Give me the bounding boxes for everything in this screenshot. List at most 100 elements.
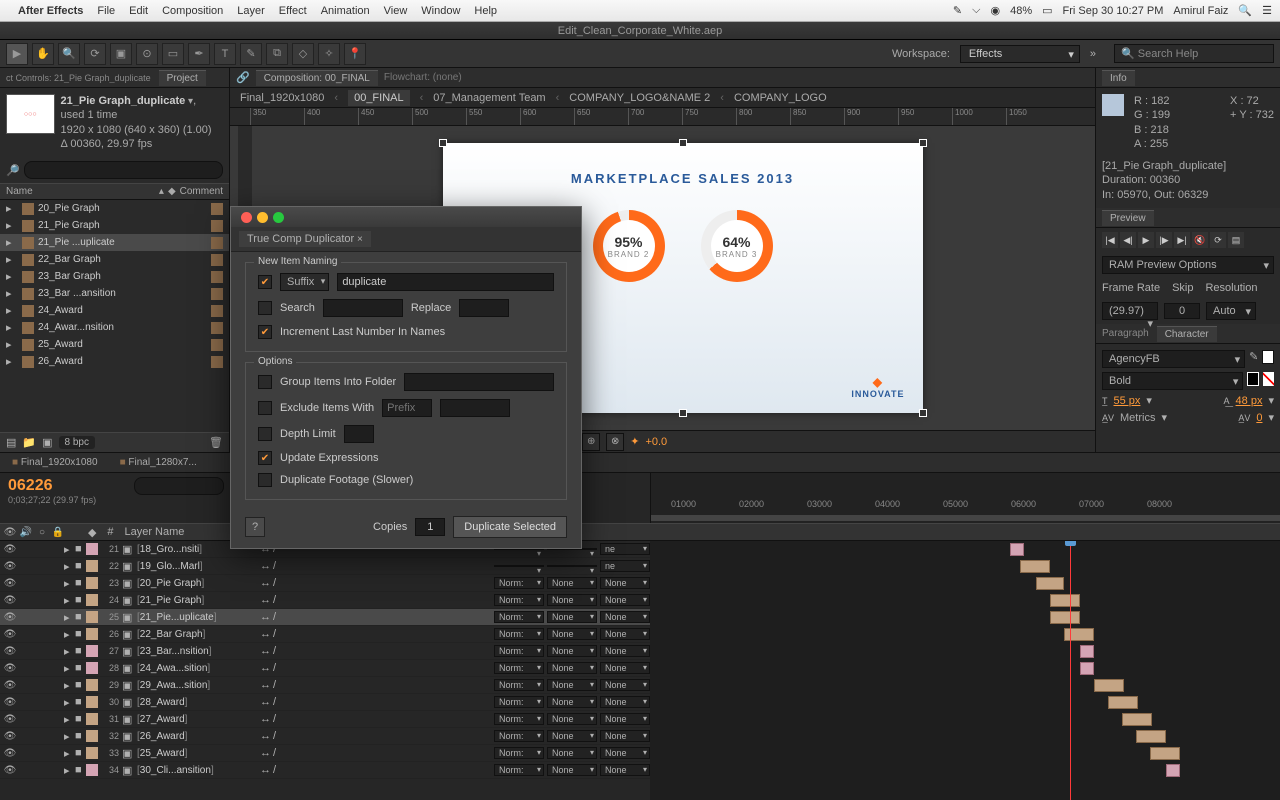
new-comp-icon[interactable]: ▣ bbox=[42, 436, 52, 449]
roto-tool[interactable]: ✧ bbox=[318, 43, 340, 65]
layer-bar[interactable] bbox=[1094, 679, 1124, 692]
clone-tool[interactable]: ⧉ bbox=[266, 43, 288, 65]
project-item[interactable]: ▸20_Pie Graph bbox=[0, 200, 229, 217]
col-solo-icon[interactable]: ○ bbox=[36, 526, 48, 538]
rotate-tool[interactable]: ⟳ bbox=[84, 43, 106, 65]
layer-bar[interactable] bbox=[1036, 577, 1064, 590]
layer-bar[interactable] bbox=[1080, 662, 1094, 675]
exposure-icon[interactable]: ✦ bbox=[630, 435, 639, 448]
duplicate-button[interactable]: Duplicate Selected bbox=[453, 516, 567, 538]
timeline-layer-row[interactable]: 👁▸■24▣21_Pie Graph↔/Norm:NoneNone bbox=[0, 592, 650, 609]
info-tab[interactable]: Info bbox=[1102, 70, 1135, 86]
prev-frame-icon[interactable]: ◀| bbox=[1120, 232, 1136, 248]
timeline-layer-row[interactable]: 👁▸■27▣23_Bar...nsition↔/Norm:NoneNone bbox=[0, 643, 650, 660]
layer-bar[interactable] bbox=[1108, 696, 1138, 709]
menu-composition[interactable]: Composition bbox=[162, 5, 223, 17]
project-item[interactable]: ▸25_Award bbox=[0, 336, 229, 353]
label-icon[interactable]: ◆ bbox=[168, 186, 176, 197]
exclude-value-input[interactable] bbox=[440, 399, 510, 417]
search-help-input[interactable]: 🔍 Search Help bbox=[1114, 44, 1274, 63]
layer-bar[interactable] bbox=[1010, 543, 1024, 556]
camera-tool[interactable]: ▣ bbox=[110, 43, 132, 65]
timeline-layer-row[interactable]: 👁▸■32▣26_Award↔/Norm:NoneNone bbox=[0, 728, 650, 745]
interpret-icon[interactable]: ▤ bbox=[6, 436, 16, 449]
workspace-dropdown[interactable]: Effects bbox=[960, 45, 1080, 63]
increment-checkbox[interactable]: ✔ bbox=[258, 325, 272, 339]
eyedropper-icon[interactable]: ✎ bbox=[1249, 350, 1258, 368]
pen-tool[interactable]: ✒ bbox=[188, 43, 210, 65]
replace-field[interactable] bbox=[459, 299, 509, 317]
layer-bar[interactable] bbox=[1080, 645, 1094, 658]
timeline-layer-row[interactable]: 👁▸■25▣21_Pie...uplicate↔/Norm:NoneNone bbox=[0, 609, 650, 626]
leading-dd-icon[interactable]: ▾ bbox=[1268, 394, 1274, 407]
fontsize-value[interactable]: 55 px bbox=[1114, 395, 1141, 407]
group-checkbox[interactable] bbox=[258, 375, 272, 389]
v4-icon[interactable]: ⊕ bbox=[582, 433, 600, 451]
skip-input[interactable]: 0 bbox=[1164, 303, 1200, 319]
timeline-search-input[interactable] bbox=[134, 477, 224, 495]
help-button[interactable]: ? bbox=[245, 517, 265, 537]
project-item[interactable]: ▸24_Award bbox=[0, 302, 229, 319]
exposure-value[interactable]: +0.0 bbox=[645, 436, 667, 448]
username[interactable]: Amirul Faiz bbox=[1173, 5, 1228, 17]
timeline-layer-row[interactable]: 👁▸■28▣24_Awa...sition↔/Norm:NoneNone bbox=[0, 660, 650, 677]
layer-bar[interactable] bbox=[1122, 713, 1152, 726]
bc-0[interactable]: Final_1920x1080 bbox=[240, 92, 324, 104]
menu-layer[interactable]: Layer bbox=[237, 5, 265, 17]
first-frame-icon[interactable]: |◀ bbox=[1102, 232, 1118, 248]
menu-edit[interactable]: Edit bbox=[129, 5, 148, 17]
project-tab[interactable]: Project bbox=[159, 70, 206, 86]
next-frame-icon[interactable]: |▶ bbox=[1156, 232, 1172, 248]
layer-bar[interactable] bbox=[1020, 560, 1050, 573]
shape-tool[interactable]: ▭ bbox=[162, 43, 184, 65]
col-audio-icon[interactable]: 🔊 bbox=[20, 526, 32, 538]
bc-2[interactable]: 07_Management Team bbox=[433, 92, 545, 104]
playhead[interactable] bbox=[1070, 541, 1071, 800]
bpc-button[interactable]: 8 bpc bbox=[59, 436, 95, 449]
play-icon[interactable]: ▶ bbox=[1138, 232, 1154, 248]
font-dropdown[interactable]: AgencyFB bbox=[1102, 350, 1245, 368]
puppet-tool[interactable]: 📍 bbox=[344, 43, 366, 65]
timeline-layer-row[interactable]: 👁▸■26▣22_Bar Graph↔/Norm:NoneNone bbox=[0, 626, 650, 643]
selection-tool[interactable]: ▶ bbox=[6, 43, 28, 65]
timeline-tab-0[interactable]: Final_1920x1080 bbox=[6, 455, 104, 470]
dialog-title-tab[interactable]: True Comp Duplicator × bbox=[239, 231, 371, 247]
tracking-value[interactable]: 0 bbox=[1256, 412, 1262, 424]
menu-help[interactable]: Help bbox=[474, 5, 497, 17]
project-item[interactable]: ▸21_Pie ...uplicate bbox=[0, 234, 229, 251]
paragraph-tab[interactable]: Paragraph bbox=[1102, 328, 1149, 339]
suffix-input[interactable] bbox=[337, 273, 554, 291]
bc-3[interactable]: COMPANY_LOGO&NAME 2 bbox=[569, 92, 710, 104]
folder-icon[interactable]: 📁 bbox=[22, 436, 36, 449]
menu-animation[interactable]: Animation bbox=[321, 5, 370, 17]
timeline-layer-row[interactable]: 👁▸■33▣25_Award↔/Norm:NoneNone bbox=[0, 745, 650, 762]
project-item[interactable]: ▸21_Pie Graph bbox=[0, 217, 229, 234]
suffix-dropdown[interactable]: Suffix bbox=[280, 273, 329, 291]
kerning-value[interactable]: Metrics bbox=[1120, 412, 1155, 424]
menu-window[interactable]: Window bbox=[421, 5, 460, 17]
group-input[interactable] bbox=[404, 373, 554, 391]
layer-bar[interactable] bbox=[1064, 628, 1094, 641]
layer-bar[interactable] bbox=[1150, 747, 1180, 760]
current-timecode[interactable]: 06226 bbox=[8, 477, 122, 495]
suffix-checkbox[interactable]: ✔ bbox=[258, 275, 272, 289]
timeline-layer-row[interactable]: 👁▸■30▣28_Award↔/Norm:NoneNone bbox=[0, 694, 650, 711]
menu-view[interactable]: View bbox=[384, 5, 408, 17]
tracking-dd-icon[interactable]: ▾ bbox=[1268, 411, 1274, 424]
menu-effect[interactable]: Effect bbox=[279, 5, 307, 17]
loop-icon[interactable]: ⟳ bbox=[1210, 232, 1226, 248]
timeline-layer-row[interactable]: 👁▸■22▣19_Glo...Marl↔/ne bbox=[0, 558, 650, 575]
flowchart-tab[interactable]: Flowchart: (none) bbox=[384, 72, 462, 83]
menu-file[interactable]: File bbox=[97, 5, 115, 17]
workspace-menu-icon[interactable]: » bbox=[1090, 48, 1096, 60]
copies-input[interactable] bbox=[415, 518, 445, 536]
timeline-layer-row[interactable]: 👁▸■34▣30_Cli...ansition↔/Norm:NoneNone bbox=[0, 762, 650, 779]
hand-tool[interactable]: ✋ bbox=[32, 43, 54, 65]
zoom-icon[interactable] bbox=[273, 212, 284, 223]
v5-icon[interactable]: ⊗ bbox=[606, 433, 624, 451]
project-search-input[interactable] bbox=[24, 161, 223, 179]
timeline-tab-1[interactable]: Final_1280x7... bbox=[114, 455, 203, 470]
fill-swatch[interactable] bbox=[1262, 350, 1274, 364]
zoom-tool[interactable]: 🔍 bbox=[58, 43, 80, 65]
sort-icon[interactable]: ▴ bbox=[159, 186, 164, 197]
